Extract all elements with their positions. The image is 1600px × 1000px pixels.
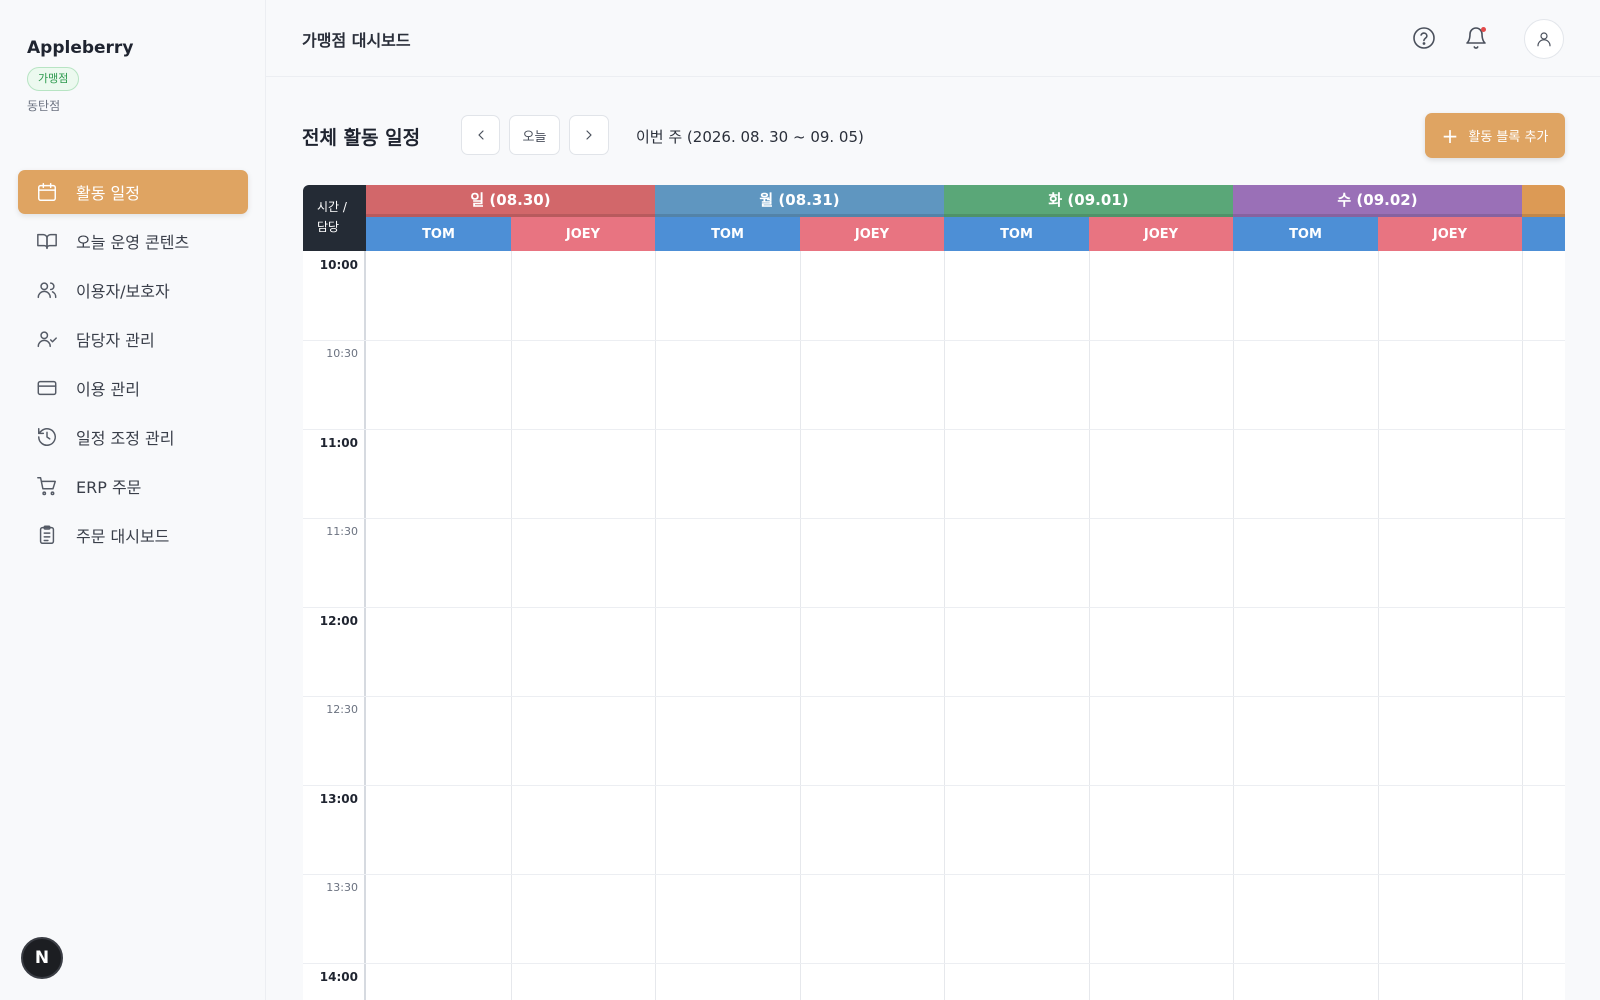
grid-row-line <box>303 785 1565 786</box>
grid-column-line <box>1233 251 1234 1000</box>
store-name: 동탄점 <box>27 99 61 113</box>
history-icon <box>36 426 58 448</box>
chevron-right-icon <box>586 130 592 140</box>
time-column: 10:00 10:30 11:00 11:30 12:00 12:30 13:00 13:30… <box>303 251 366 1000</box>
cart-icon <box>36 475 58 497</box>
corner-line1: 시간 / <box>317 200 347 214</box>
grid-column-line <box>1378 251 1379 1000</box>
grid-row-line <box>303 874 1565 875</box>
users-icon <box>36 279 58 301</box>
brand-name: Appleberry <box>27 38 134 58</box>
day-header-3: 수 (09.02) <box>1233 185 1522 217</box>
prev-week-button[interactable] <box>461 115 500 155</box>
clipboard-icon <box>36 524 58 546</box>
top-header: 가맹점 대시보드 <box>266 0 1600 77</box>
user-icon <box>1537 32 1551 47</box>
staff-header-0-1: JOEY <box>510 217 656 251</box>
sidebar-item-label: 일정 조정 관리 <box>76 429 175 448</box>
sidebar-item-label: 이용자/보호자 <box>76 282 170 301</box>
sidebar-item-label: 담당자 관리 <box>76 331 155 350</box>
add-activity-block-button[interactable]: + 활동 블록 추가 <box>1425 113 1565 158</box>
day-header-0: 일 (08.30) <box>366 185 655 217</box>
grid-column-line <box>655 251 656 1000</box>
corner-line2: 담당 <box>317 220 340 234</box>
chevron-left-icon <box>477 130 484 140</box>
time-label: 12:00 <box>319 614 358 628</box>
day-header-2: 화 (09.01) <box>944 185 1233 217</box>
sidebar-item-1[interactable]: 오늘 운영 콘텐츠 <box>18 219 248 263</box>
notification-dot <box>1481 27 1486 32</box>
grid-column-line <box>800 251 801 1000</box>
calendar-icon <box>36 181 58 203</box>
credit-card-icon <box>36 377 58 399</box>
n-button[interactable]: N <box>21 937 63 979</box>
schedule-title: 전체 활동 일정 <box>302 127 421 149</box>
time-label: 13:30 <box>326 881 358 894</box>
sidebar-nav: 활동 일정오늘 운영 콘텐츠이용자/보호자담당자 관리이용 관리일정 조정 관리… <box>18 170 248 562</box>
add-activity-block-label: 활동 블록 추가 <box>1468 130 1549 145</box>
staff-header-2-0: TOM <box>944 217 1089 251</box>
store-type-badge: 가맹점 <box>27 67 80 91</box>
staff-header-1-0: TOM <box>655 217 800 251</box>
grid-row-line <box>303 518 1565 519</box>
sidebar-item-5[interactable]: 일정 조정 관리 <box>18 415 248 459</box>
sidebar: Appleberry 가맹점 동탄점 활동 일정오늘 운영 콘텐츠이용자/보호자… <box>0 0 266 1000</box>
sidebar-item-label: 활동 일정 <box>76 184 140 203</box>
sidebar-item-label: 오늘 운영 콘텐츠 <box>76 233 190 252</box>
sidebar-item-label: 이용 관리 <box>76 380 140 399</box>
sidebar-item-label: 주문 대시보드 <box>76 527 170 546</box>
grid-column-line <box>1522 251 1523 1000</box>
staff-header-2-1: JOEY <box>1088 217 1234 251</box>
staff-header-1-1: JOEY <box>799 217 945 251</box>
day-header-1: 월 (08.31) <box>655 185 944 217</box>
book-icon <box>36 230 58 252</box>
staff-header-3-1: JOEY <box>1377 217 1523 251</box>
sidebar-item-7[interactable]: 주문 대시보드 <box>18 513 248 557</box>
time-label: 14:00 <box>319 970 358 984</box>
time-staff-corner: 시간 / 담당 <box>303 185 366 251</box>
sidebar-item-0[interactable]: 활동 일정 <box>18 170 248 214</box>
sidebar-item-4[interactable]: 이용 관리 <box>18 366 248 410</box>
profile-button[interactable] <box>1524 19 1564 59</box>
sidebar-item-2[interactable]: 이용자/보호자 <box>18 268 248 312</box>
grid-row-line <box>303 340 1565 341</box>
grid-column-line <box>1089 251 1090 1000</box>
time-label: 13:00 <box>319 792 358 806</box>
staff-header-3-0: TOM <box>1233 217 1378 251</box>
user-check-icon <box>36 328 58 350</box>
time-label: 10:00 <box>319 258 358 272</box>
plus-icon: + <box>1441 123 1459 148</box>
grid-row-line <box>303 607 1565 608</box>
staff-header-0-0: TOM <box>366 217 511 251</box>
grid-row-line <box>303 696 1565 697</box>
grid-column-line <box>511 251 512 1000</box>
next-week-button[interactable] <box>569 115 609 155</box>
app: Appleberry 가맹점 동탄점 활동 일정오늘 운영 콘텐츠이용자/보호자… <box>0 0 1600 1000</box>
help-icon[interactable] <box>1408 22 1440 54</box>
today-button[interactable]: 오늘 <box>509 115 560 155</box>
sidebar-item-label: ERP 주문 <box>76 478 142 497</box>
schedule-calendar: 시간 / 담당 10:00 10:30 11:00 11:30 12:00 12:30 13… <box>303 185 1565 1000</box>
day-header-4 <box>1522 185 1565 217</box>
staff-header-4-0 <box>1522 217 1565 251</box>
time-label: 12:30 <box>326 703 358 716</box>
time-label: 11:00 <box>319 436 358 450</box>
week-range: 이번 주 (2026. 08. 30 ~ 09. 05) <box>636 128 864 146</box>
grid-column-line <box>944 251 945 1000</box>
bell-icon[interactable] <box>1460 22 1492 54</box>
time-label: 11:30 <box>326 525 358 538</box>
grid-row-line <box>303 963 1565 964</box>
time-label: 10:30 <box>326 347 358 360</box>
grid-row-line <box>303 429 1565 430</box>
sidebar-item-3[interactable]: 담당자 관리 <box>18 317 248 361</box>
page-title: 가맹점 대시보드 <box>302 31 411 50</box>
sidebar-item-6[interactable]: ERP 주문 <box>18 464 248 508</box>
